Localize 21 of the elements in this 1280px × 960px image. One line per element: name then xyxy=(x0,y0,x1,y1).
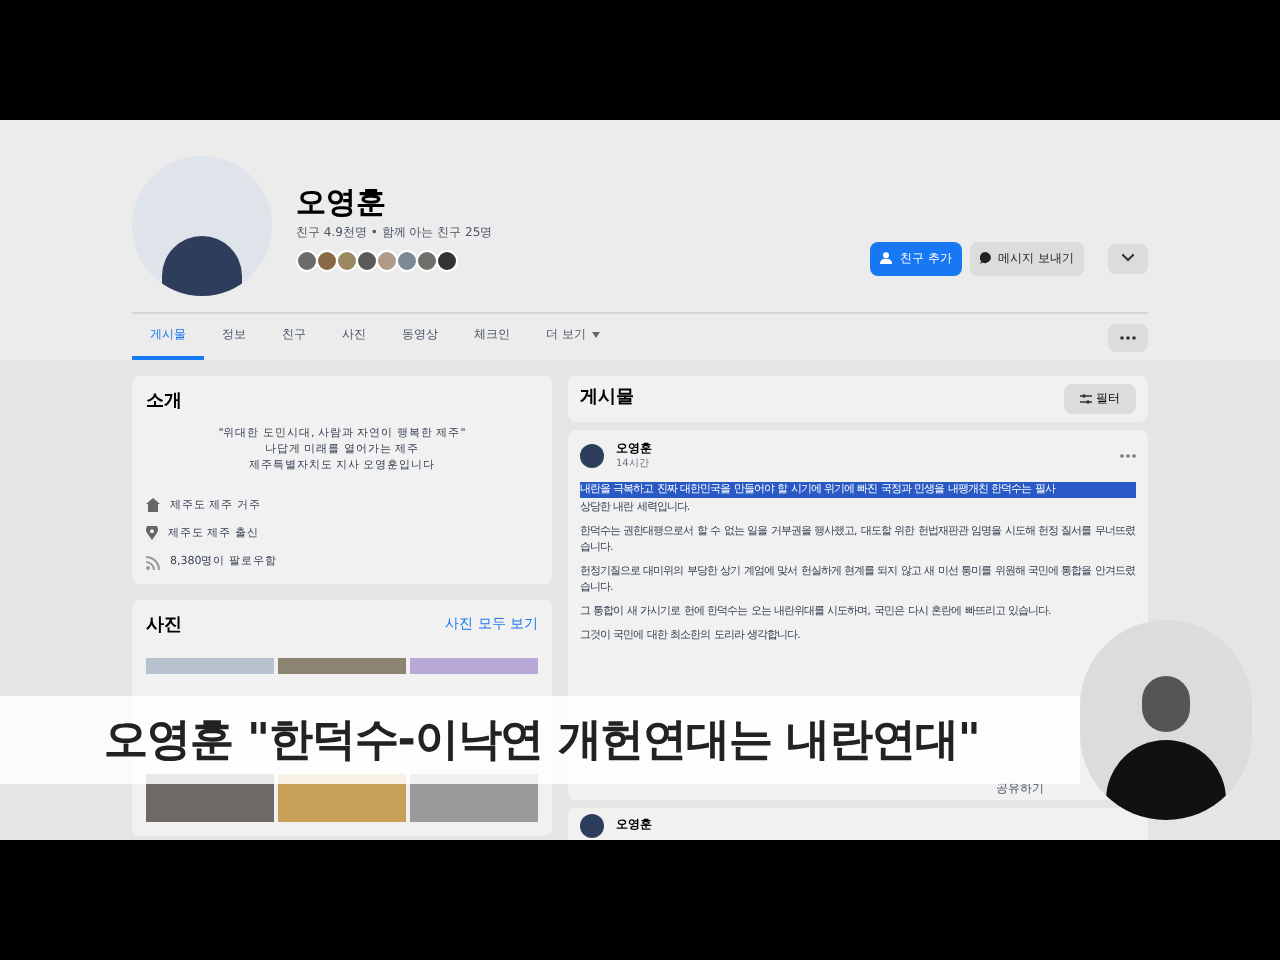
chat-bubble-icon xyxy=(980,252,993,264)
author-avatar xyxy=(580,813,604,837)
friend-avatar[interactable] xyxy=(436,250,458,273)
profile-name: 오영훈 xyxy=(296,181,388,224)
intro-title: 소개 xyxy=(146,390,184,416)
chevron-icon xyxy=(1122,254,1134,262)
caret-icon xyxy=(591,332,600,338)
location-pin-icon xyxy=(146,526,158,541)
friend-avatar[interactable] xyxy=(356,250,378,273)
person-add-icon xyxy=(880,252,895,264)
photos-title: 사진 xyxy=(146,614,182,641)
ellipsis-icon[interactable] xyxy=(1120,454,1136,459)
rss-icon xyxy=(146,555,160,570)
house-icon xyxy=(146,498,160,513)
author-avatar xyxy=(580,444,604,469)
sliders-icon xyxy=(1080,394,1092,404)
dropdown-button[interactable] xyxy=(1108,243,1148,273)
posts-title: 게시물 xyxy=(580,385,634,412)
news-caption: 오영훈 "한덕수-이낙연 개헌연대는 내란연대" xyxy=(104,713,980,769)
more-options-button[interactable] xyxy=(1108,323,1148,351)
photo-placeholder[interactable] xyxy=(278,657,406,674)
